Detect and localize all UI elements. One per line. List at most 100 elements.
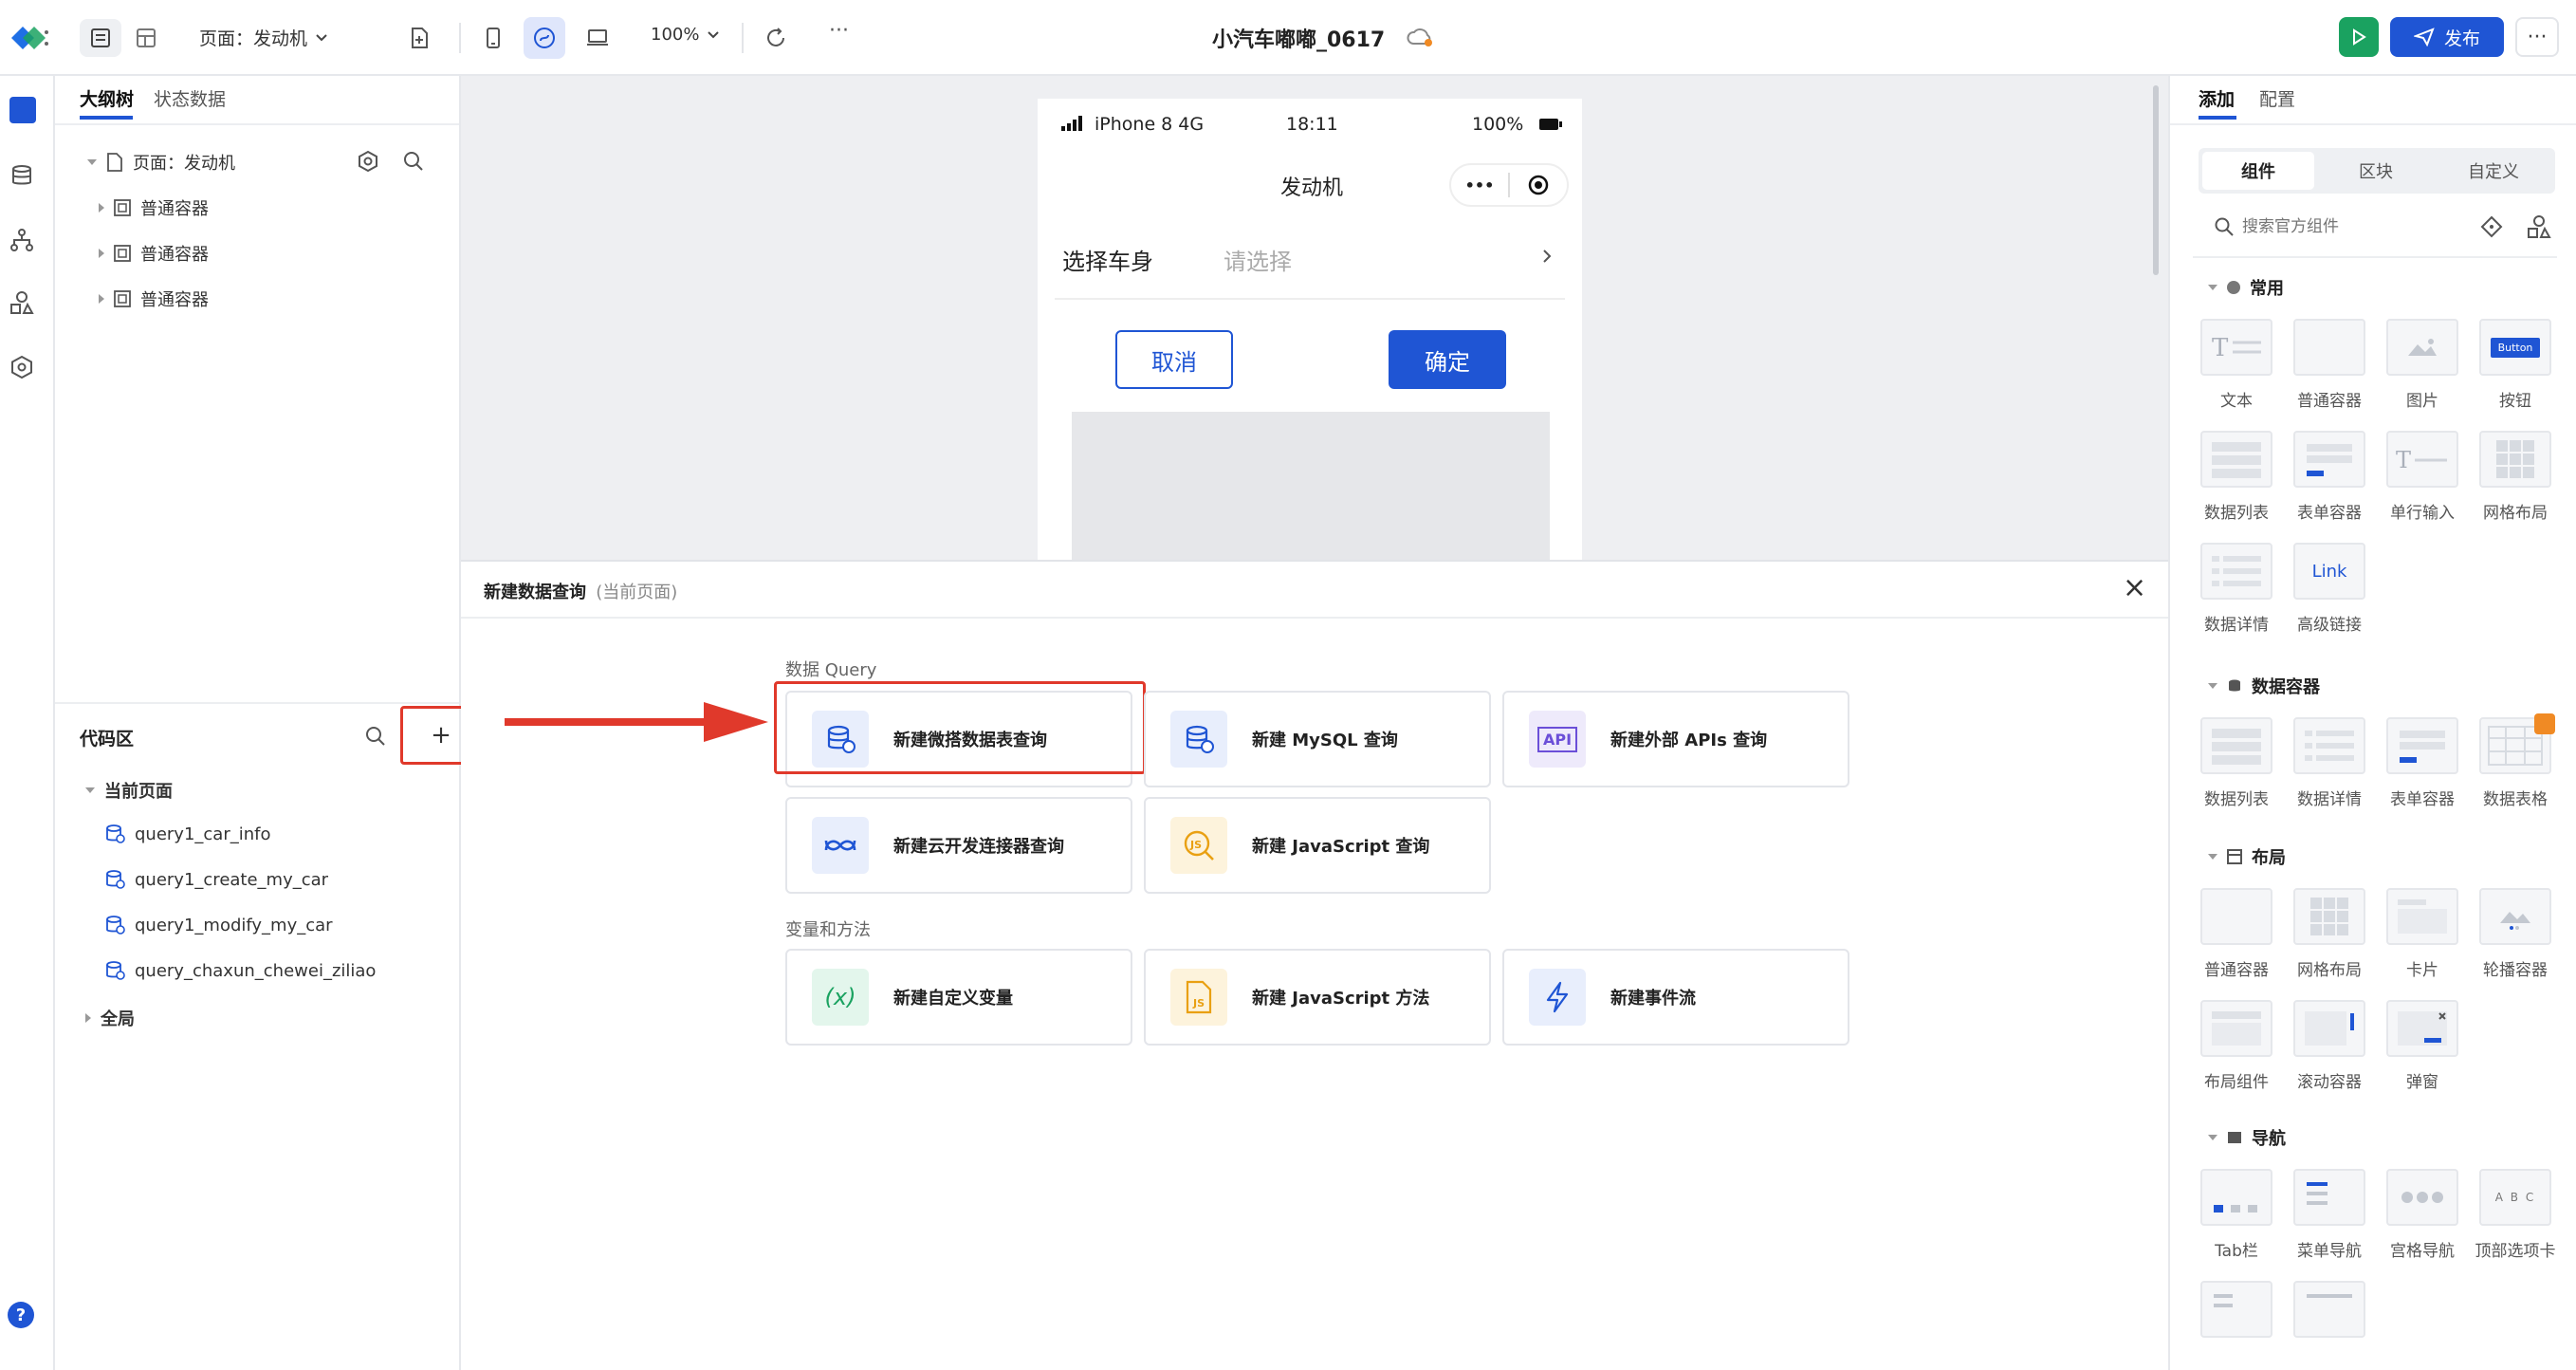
layout-view-icon[interactable] [125, 19, 167, 57]
comp-more-nav[interactable] [2189, 1281, 2284, 1338]
confirm-button[interactable]: 确定 [1389, 330, 1506, 389]
global-group[interactable]: 全局 [85, 1006, 135, 1030]
query-item[interactable]: query_chaxun_chewei_ziliao [104, 960, 376, 981]
help-icon[interactable]: ? [8, 1302, 34, 1328]
new-event-flow-card[interactable]: 新建事件流 [1502, 949, 1849, 1046]
comp-text[interactable]: T 文本 [2189, 319, 2284, 411]
comp-label: 数据列表 [2204, 504, 2269, 523]
more-tools-button[interactable]: ··· [829, 19, 849, 43]
comp-data-list[interactable]: 数据列表 [2189, 717, 2284, 809]
new-javascript-method-card[interactable]: JS 新建 JavaScript 方法 [1144, 949, 1491, 1046]
outline-panel-icon[interactable] [9, 97, 36, 123]
comp-grid-layout[interactable]: 网格布局 [2468, 431, 2563, 523]
comp-data-table[interactable]: 数据表格 [2468, 713, 2563, 809]
comp-container[interactable]: 普通容器 [2282, 319, 2377, 411]
layout-icon [2227, 849, 2242, 864]
field-select[interactable]: 请选择 [1224, 243, 1292, 276]
query-item[interactable]: query1_modify_my_car [104, 915, 333, 935]
capsule-menu[interactable]: ••• [1449, 163, 1569, 207]
component-search-input[interactable] [2242, 213, 2432, 241]
refresh-icon[interactable] [757, 19, 795, 57]
components-icon[interactable] [9, 290, 34, 315]
page-selector[interactable]: 页面：发动机 [199, 25, 328, 50]
miniprogram-preview-icon[interactable] [524, 17, 565, 59]
new-custom-variable-card[interactable]: (x) 新建自定义变量 [785, 949, 1132, 1046]
outline-view-icon[interactable] [80, 19, 121, 57]
new-javascript-query-card[interactable]: JS 新建 JavaScript 查询 [1144, 797, 1491, 894]
query-item[interactable]: query1_create_my_car [104, 869, 328, 890]
mobile-preview-icon[interactable] [474, 19, 512, 57]
query-item[interactable]: query1_car_info [104, 824, 271, 844]
run-preview-button[interactable] [2339, 17, 2379, 57]
new-mysql-query-card[interactable]: 新建 MySQL 查询 [1144, 691, 1491, 787]
data-list-thumb [2200, 717, 2272, 774]
cloud-connector-icon [812, 817, 869, 874]
comp-card[interactable]: 卡片 [2375, 888, 2470, 980]
comp-top-tabs[interactable]: A B C 顶部选项卡 [2468, 1169, 2563, 1261]
dialog-subtitle: (当前页面) [596, 583, 678, 602]
comp-button[interactable]: Button 按钮 [2468, 319, 2563, 411]
comp-menu-nav[interactable]: 菜单导航 [2282, 1169, 2377, 1261]
tree-container-node[interactable]: 普通容器 [99, 241, 209, 266]
search-icon[interactable] [364, 725, 387, 748]
page-settings-icon[interactable] [357, 150, 379, 173]
database-icon[interactable] [9, 163, 34, 188]
flow-icon[interactable] [9, 228, 34, 252]
zoom-select[interactable]: 100% [651, 25, 720, 45]
tab-outline[interactable]: 大纲树 [80, 85, 134, 111]
comp-layout-component[interactable]: 布局组件 [2189, 1000, 2284, 1092]
comp-grid-layout[interactable]: 网格布局 [2282, 888, 2377, 980]
category-common[interactable]: 常用 [2208, 275, 2284, 300]
comp-data-detail[interactable]: 数据详情 [2189, 543, 2284, 635]
current-page-group[interactable]: 当前页面 [85, 778, 173, 803]
segment-components[interactable]: 组件 [2202, 152, 2314, 190]
tree-container-node[interactable]: 普通容器 [99, 287, 209, 311]
more-menu-button[interactable]: ··· [2515, 17, 2559, 57]
comp-advanced-link[interactable]: Link 高级链接 [2282, 543, 2377, 635]
tab-config[interactable]: 配置 [2259, 85, 2295, 111]
tab-thumb-text: A B C [2494, 1191, 2536, 1204]
comp-single-input[interactable]: T 单行输入 [2375, 431, 2470, 523]
comp-grid-nav[interactable]: 宫格导航 [2375, 1169, 2470, 1261]
settings-hex-icon[interactable] [9, 355, 34, 380]
comp-form-container[interactable]: 表单容器 [2375, 717, 2470, 809]
category-navigation[interactable]: 导航 [2208, 1125, 2286, 1150]
close-icon[interactable]: × [2123, 571, 2146, 604]
cancel-button[interactable]: 取消 [1115, 330, 1233, 389]
category-label: 常用 [2250, 279, 2284, 299]
tree-container-node[interactable]: 普通容器 [99, 195, 209, 220]
publish-button[interactable]: 发布 [2390, 17, 2504, 57]
category-layout[interactable]: 布局 [2208, 844, 2286, 869]
comp-carousel[interactable]: 轮播容器 [2468, 888, 2563, 980]
comp-tab-bar[interactable]: Tab栏 [2189, 1169, 2284, 1261]
tab-add[interactable]: 添加 [2199, 85, 2235, 111]
button-thumb: Button [2479, 319, 2551, 376]
comp-label: 单行输入 [2390, 504, 2455, 523]
comp-form-container[interactable]: 表单容器 [2282, 431, 2377, 523]
search-icon[interactable] [402, 150, 425, 173]
shapes-icon[interactable] [2527, 214, 2551, 239]
comp-image[interactable]: 图片 [2375, 319, 2470, 411]
new-cloud-connector-query-card[interactable]: 新建云开发连接器查询 [785, 797, 1132, 894]
comp-more-nav[interactable] [2282, 1281, 2377, 1338]
divider [1055, 298, 1565, 300]
segment-blocks[interactable]: 区块 [2320, 152, 2432, 190]
comp-data-list[interactable]: 数据列表 [2189, 431, 2284, 523]
comp-container[interactable]: 普通容器 [2189, 888, 2284, 980]
tree-page-node[interactable]: 页面：发动机 [87, 150, 235, 175]
locate-icon[interactable] [2479, 214, 2504, 239]
category-data-container[interactable]: 数据容器 [2208, 674, 2320, 698]
query-name: query1_modify_my_car [135, 915, 333, 935]
tab-state-data[interactable]: 状态数据 [154, 85, 226, 111]
new-external-api-query-card[interactable]: API 新建外部 APIs 查询 [1502, 691, 1849, 787]
add-page-icon[interactable] [400, 19, 438, 57]
canvas-scrollbar[interactable] [2153, 85, 2159, 275]
comp-data-detail[interactable]: 数据详情 [2282, 717, 2377, 809]
comp-scroll-container[interactable]: 滚动容器 [2282, 1000, 2377, 1092]
tab-underline [80, 116, 133, 120]
comp-label: 表单容器 [2297, 504, 2362, 523]
segment-custom[interactable]: 自定义 [2438, 152, 2549, 190]
chevron-right-icon [1542, 249, 1552, 264]
comp-modal[interactable]: 弹窗 [2375, 1000, 2470, 1092]
desktop-preview-icon[interactable] [577, 19, 618, 57]
